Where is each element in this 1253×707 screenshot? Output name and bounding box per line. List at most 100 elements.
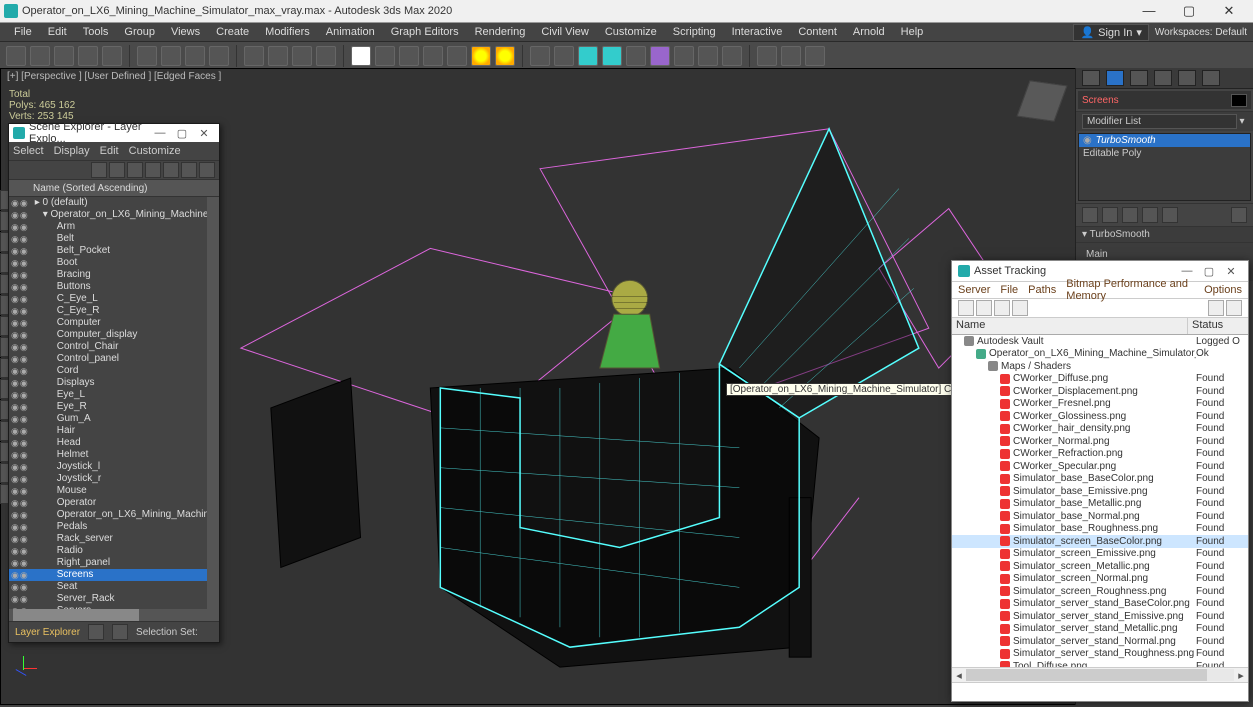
asset-row[interactable]: CWorker_Diffuse.pngFound	[952, 373, 1248, 386]
menu-scripting[interactable]: Scripting	[665, 24, 724, 41]
tree-row[interactable]: ◉◉▾ Operator_on_LX6_Mining_Machine_Simul…	[9, 209, 207, 221]
asset-row[interactable]: Simulator_screen_BaseColor.pngFound	[952, 535, 1248, 548]
tab-utilities[interactable]	[1202, 70, 1220, 86]
menu-animation[interactable]: Animation	[318, 24, 383, 41]
se-tool-6[interactable]	[181, 162, 197, 178]
se-menu-select[interactable]: Select	[13, 145, 44, 157]
minimize-button[interactable]: —	[1129, 0, 1169, 22]
viewcube[interactable]	[1019, 78, 1065, 124]
freeze-icon[interactable]: ◉	[20, 557, 28, 569]
tool-undo[interactable]	[6, 46, 26, 66]
tree-row[interactable]: ◉◉Belt_Pocket	[9, 245, 207, 257]
tool-explorer[interactable]	[602, 46, 622, 66]
visibility-icon[interactable]: ◉	[11, 473, 19, 485]
at-menu-options[interactable]: Options	[1204, 284, 1242, 296]
asset-row[interactable]: CWorker_Normal.pngFound	[952, 435, 1248, 448]
visibility-icon[interactable]: ◉	[11, 533, 19, 545]
tree-row[interactable]: ◉◉Helmet	[9, 449, 207, 461]
tree-row[interactable]: ◉◉Eye_R	[9, 401, 207, 413]
mod-tool-5[interactable]	[1162, 207, 1178, 223]
visibility-icon[interactable]: ◉	[11, 557, 19, 569]
visibility-icon[interactable]: ◉	[11, 485, 19, 497]
se-footer-btn-2[interactable]	[112, 624, 128, 640]
visibility-icon[interactable]: ◉	[11, 293, 19, 305]
at-tool-6[interactable]	[1226, 300, 1242, 316]
mod-tool-4[interactable]	[1142, 207, 1158, 223]
scene-explorer-column-header[interactable]: Name (Sorted Ascending)	[9, 180, 219, 197]
tool-angle-snap[interactable]	[423, 46, 443, 66]
freeze-icon[interactable]: ◉	[20, 569, 28, 581]
se-tool-5[interactable]	[163, 162, 179, 178]
asset-columns[interactable]: Name Status	[952, 318, 1248, 335]
freeze-icon[interactable]: ◉	[20, 209, 28, 221]
freeze-icon[interactable]: ◉	[20, 593, 28, 605]
tree-row[interactable]: ◉◉C_Eye_R	[9, 305, 207, 317]
modifier-list-dropdown[interactable]: Modifier List	[1082, 114, 1237, 129]
asset-max-button[interactable]: ▢	[1198, 265, 1220, 278]
tree-row[interactable]: ◉◉Boot	[9, 257, 207, 269]
freeze-icon[interactable]: ◉	[20, 389, 28, 401]
freeze-icon[interactable]: ◉	[20, 425, 28, 437]
at-tool-3[interactable]	[994, 300, 1010, 316]
tool-named-sel[interactable]	[495, 46, 515, 66]
menu-create[interactable]: Create	[208, 24, 257, 41]
se-menu-edit[interactable]: Edit	[100, 145, 119, 157]
tool-place[interactable]	[316, 46, 336, 66]
freeze-icon[interactable]: ◉	[20, 449, 28, 461]
tool-link[interactable]	[54, 46, 74, 66]
tool-redo[interactable]	[30, 46, 50, 66]
modifier-editable-poly[interactable]: Editable Poly	[1079, 147, 1250, 160]
asset-row[interactable]: Simulator_screen_Metallic.pngFound	[952, 560, 1248, 573]
asset-row[interactable]: Tool_Diffuse.pngFound	[952, 660, 1248, 667]
visibility-icon[interactable]: ◉	[11, 389, 19, 401]
asset-hscroll[interactable]: ◂▸	[952, 667, 1248, 682]
menu-views[interactable]: Views	[163, 24, 208, 41]
tree-row[interactable]: ◉◉▸ 0 (default)	[9, 197, 207, 209]
freeze-icon[interactable]: ◉	[20, 257, 28, 269]
tool-spinner[interactable]	[471, 46, 491, 66]
menu-content[interactable]: Content	[790, 24, 845, 41]
rollout-header[interactable]: ▾ TurboSmooth	[1076, 227, 1253, 243]
modifier-stack[interactable]: ◉TurboSmooth Editable Poly	[1078, 133, 1251, 201]
visibility-icon[interactable]: ◉	[11, 497, 19, 509]
tree-row[interactable]: ◉◉C_Eye_L	[9, 293, 207, 305]
tool-material[interactable]	[674, 46, 694, 66]
tree-row[interactable]: ◉◉Control_panel	[9, 353, 207, 365]
tree-row[interactable]: ◉◉Bracing	[9, 269, 207, 281]
se-menu-customize[interactable]: Customize	[129, 145, 181, 157]
tree-row[interactable]: ◉◉Head	[9, 437, 207, 449]
visibility-icon[interactable]: ◉	[11, 605, 19, 609]
panel-max-button[interactable]: ▢	[171, 127, 193, 140]
menu-graph-editors[interactable]: Graph Editors	[383, 24, 467, 41]
tab-create[interactable]	[1082, 70, 1100, 86]
tree-row[interactable]: ◉◉Gum_A	[9, 413, 207, 425]
tool-unlink[interactable]	[78, 46, 98, 66]
asset-row[interactable]: Simulator_screen_Emissive.pngFound	[952, 548, 1248, 561]
tool-select[interactable]	[137, 46, 157, 66]
freeze-icon[interactable]: ◉	[20, 221, 28, 233]
tree-row[interactable]: ◉◉Operator_on_LX6_Mining_Machine_Simulat…	[9, 509, 207, 521]
visibility-icon[interactable]: ◉	[11, 545, 19, 557]
visibility-icon[interactable]: ◉	[11, 401, 19, 413]
modifier-turbosmooth[interactable]: ◉TurboSmooth	[1079, 134, 1250, 147]
asset-row[interactable]: Simulator_base_Emissive.pngFound	[952, 485, 1248, 498]
panel-close-button[interactable]: ✕	[193, 127, 215, 140]
asset-row[interactable]: CWorker_Refraction.pngFound	[952, 448, 1248, 461]
asset-row[interactable]: CWorker_hair_density.pngFound	[952, 423, 1248, 436]
menu-rendering[interactable]: Rendering	[467, 24, 534, 41]
menu-group[interactable]: Group	[116, 24, 163, 41]
asset-row[interactable]: CWorker_Displacement.pngFound	[952, 385, 1248, 398]
menu-edit[interactable]: Edit	[40, 24, 75, 41]
menu-tools[interactable]: Tools	[75, 24, 117, 41]
visibility-icon[interactable]: ◉	[11, 437, 19, 449]
tool-window-crossing[interactable]	[209, 46, 229, 66]
tool-align[interactable]	[554, 46, 574, 66]
panel-min-button[interactable]: —	[149, 127, 171, 139]
tree-row[interactable]: ◉◉Pedals	[9, 521, 207, 533]
tool-render-setup[interactable]	[698, 46, 718, 66]
freeze-icon[interactable]: ◉	[20, 317, 28, 329]
asset-row[interactable]: CWorker_Specular.pngFound	[952, 460, 1248, 473]
tab-display[interactable]	[1178, 70, 1196, 86]
tool-render-iter[interactable]	[805, 46, 825, 66]
visibility-icon[interactable]: ◉	[11, 569, 19, 581]
